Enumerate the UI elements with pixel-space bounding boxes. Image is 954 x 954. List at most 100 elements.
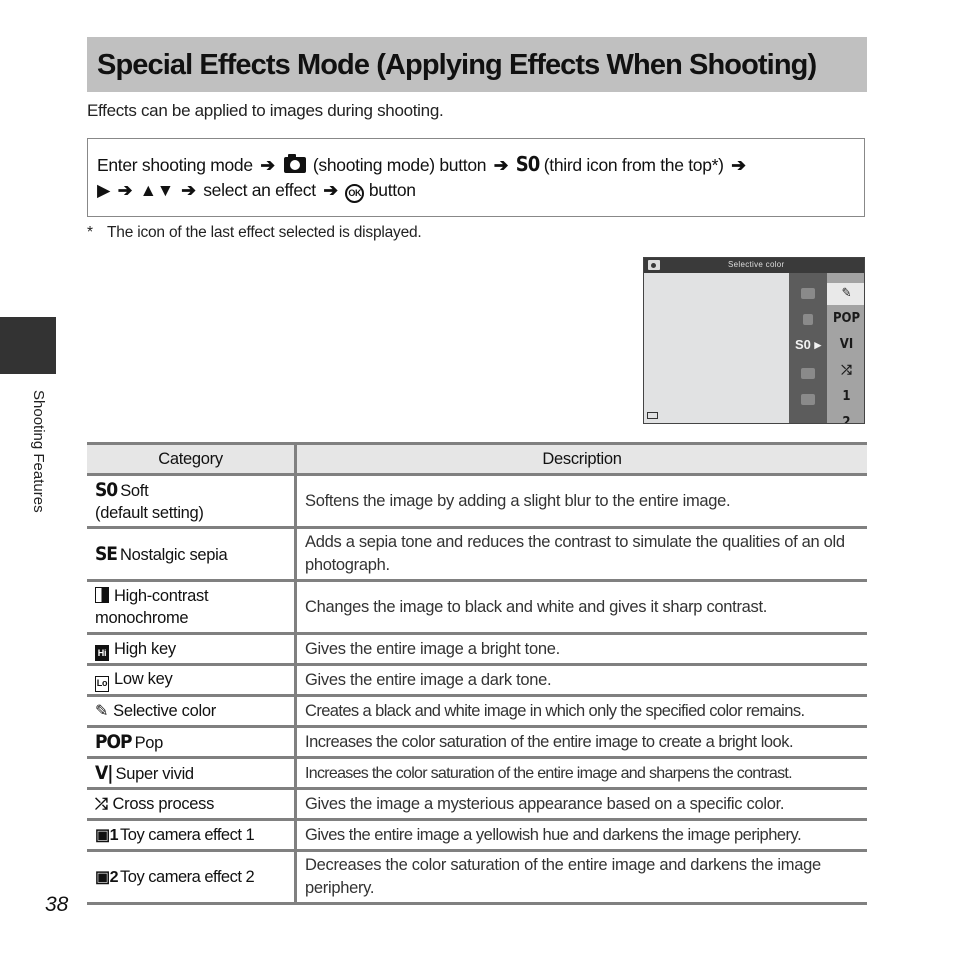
description-cell: Gives the entire image a dark tone. xyxy=(295,663,867,697)
table-row: Hi High key Gives the entire image a brig… xyxy=(87,632,867,666)
soft-effect-icon: S0 xyxy=(515,152,541,176)
procedure-step-text: (shooting mode) button xyxy=(312,155,487,175)
table-row: V| Super vivid Increases the color satura… xyxy=(87,756,867,790)
header-category: Category xyxy=(87,442,297,476)
category-cell: ▣2 Toy camera effect 2 xyxy=(87,849,297,905)
description-cell: Changes the image to black and white and… xyxy=(295,579,867,635)
special-effects-mode-icon xyxy=(648,260,660,270)
category-cell: ✎ Selective color xyxy=(87,694,297,728)
category-label: Super vivid xyxy=(115,764,194,783)
multi-selector-updown-icon: ▲▼ xyxy=(139,180,174,200)
ok-button-icon: OK xyxy=(345,184,365,203)
table-row: POP Pop Increases the color saturation of… xyxy=(87,725,867,759)
arrow-icon: ➔ xyxy=(731,155,746,175)
arrow-icon: ➔ xyxy=(260,155,275,175)
effect-super-vivid-icon: VI xyxy=(839,337,854,352)
nostalgic-sepia-icon: SE xyxy=(95,542,118,565)
camera-screen-title: Selective color xyxy=(728,260,785,269)
procedure-step-text: (third icon from the top*) xyxy=(543,155,724,175)
toy-camera-2-icon: ▣2 xyxy=(95,868,119,886)
table-row: Lo Low key Gives the entire image a dark … xyxy=(87,663,867,697)
category-cell: ⤮ Cross process xyxy=(87,787,297,821)
camera-mode-icon-5 xyxy=(789,393,827,408)
description-cell: Adds a sepia tone and reduces the contra… xyxy=(295,526,867,582)
description-cell: Increases the color saturation of the en… xyxy=(295,725,867,759)
procedure-step-text: select an effect xyxy=(203,180,316,200)
category-label: Pop xyxy=(134,733,164,752)
procedure-box: Enter shooting mode ➔ (shooting mode) bu… xyxy=(87,138,865,217)
category-cell: V| Super vivid xyxy=(87,756,297,790)
section-tab xyxy=(0,317,56,374)
procedure-step-text: button xyxy=(368,180,416,200)
selective-color-icon: ✎ xyxy=(95,702,109,720)
procedure-line-2: ▶ ➔ ▲▼ ➔ select an effect ➔ OK button xyxy=(97,180,416,203)
category-label: Low key xyxy=(114,670,173,688)
category-label: Soft xyxy=(120,481,149,500)
footnote: * The icon of the last effect selected is… xyxy=(87,224,422,242)
category-label: Toy camera effect 2 xyxy=(120,867,255,886)
category-cell: S0 Soft (default setting) xyxy=(87,473,297,529)
page-number: 38 xyxy=(45,893,69,916)
category-cell: SE Nostalgic sepia xyxy=(87,526,297,582)
category-label: Selective color xyxy=(113,701,216,720)
super-vivid-icon: V| xyxy=(95,761,114,784)
camera-mode-icon-4 xyxy=(789,367,827,382)
effect-toy-camera-1-icon: 1 xyxy=(842,389,851,404)
category-cell: Lo Low key xyxy=(87,663,297,697)
table-row: SE Nostalgic sepia Adds a sepia tone and … xyxy=(87,526,867,582)
camera-mode-icon-1 xyxy=(789,287,827,302)
table-header-row: Category Description xyxy=(87,442,867,476)
category-cell: Hi High key xyxy=(87,632,297,666)
category-label: Cross process xyxy=(112,794,215,813)
category-label: Nostalgic sepia xyxy=(120,545,228,564)
description-cell: Gives the image a mysterious appearance … xyxy=(295,787,867,821)
camera-screen-top-bar: Selective color xyxy=(644,258,864,273)
arrow-icon: ➔ xyxy=(181,180,196,200)
camera-mode-special-effects: S0 ▸ xyxy=(794,337,822,352)
category-label: Toy camera effect 1 xyxy=(120,825,255,844)
description-cell: Softens the image by adding a slight blu… xyxy=(295,473,867,529)
header-description: Description xyxy=(295,442,867,476)
category-label: High-contrast monochrome xyxy=(95,587,209,627)
procedure-line-1: Enter shooting mode ➔ (shooting mode) bu… xyxy=(97,152,749,176)
procedure-step-text: Enter shooting mode xyxy=(97,155,253,175)
low-key-icon: Lo xyxy=(95,676,109,692)
effect-toy-camera-2-icon: 2 xyxy=(842,415,851,424)
intro-text: Effects can be applied to images during … xyxy=(87,101,444,120)
table-row: ▣2 Toy camera effect 2 Decreases the colo… xyxy=(87,849,867,905)
title-bar: Special Effects Mode (Applying Effects W… xyxy=(87,37,867,92)
camera-mode-icon-2 xyxy=(789,313,827,328)
category-cell: POP Pop xyxy=(87,725,297,759)
effects-table: Category Description S0 Soft (default sett… xyxy=(87,442,867,905)
pop-icon: POP xyxy=(95,730,133,753)
table-row: S0 Soft (default setting) Softens the imag… xyxy=(87,473,867,529)
arrow-icon: ➔ xyxy=(323,180,338,200)
description-cell: Gives the entire image a bright tone. xyxy=(295,632,867,666)
arrow-icon: ➔ xyxy=(493,155,509,175)
footnote-text: The icon of the last effect selected is … xyxy=(107,224,422,241)
effect-pop-icon: POP xyxy=(832,311,861,326)
battery-icon xyxy=(647,412,658,419)
category-sublabel: (default setting) xyxy=(95,503,204,522)
soft-icon: S0 xyxy=(95,478,118,501)
table-row: ▣1 Toy camera effect 1 Gives the entire i… xyxy=(87,818,867,852)
effect-cross-process-icon: ⤮ xyxy=(841,363,852,378)
camera-mode-menu: S0 ▸ xyxy=(789,273,827,423)
effect-selective-color-icon: ✎ xyxy=(827,283,864,305)
footnote-marker: * xyxy=(87,224,93,241)
section-label: Shooting Features xyxy=(30,390,47,513)
table-row: ✎ Selective color Creates a black and whi… xyxy=(87,694,867,728)
camera-screen-illustration: Selective color S0 ▸ ✎ POP VI ⤮ 1 2 xyxy=(643,257,865,424)
camera-icon xyxy=(284,154,307,173)
description-cell: Creates a black and white image in which… xyxy=(295,694,867,728)
page-title: Special Effects Mode (Applying Effects W… xyxy=(97,49,817,81)
effects-menu: ✎ POP VI ⤮ 1 2 xyxy=(827,273,864,424)
description-cell: Increases the color saturation of the en… xyxy=(295,756,867,790)
category-cell: ▣1 Toy camera effect 1 xyxy=(87,818,297,852)
table-row: ⤮ Cross process Gives the image a mysteri… xyxy=(87,787,867,821)
category-label: High key xyxy=(114,639,176,658)
cross-process-icon: ⤮ xyxy=(95,795,108,813)
description-cell: Decreases the color saturation of the en… xyxy=(295,849,867,905)
high-contrast-monochrome-icon xyxy=(95,587,109,603)
multi-selector-right-icon: ▶ xyxy=(97,180,111,200)
